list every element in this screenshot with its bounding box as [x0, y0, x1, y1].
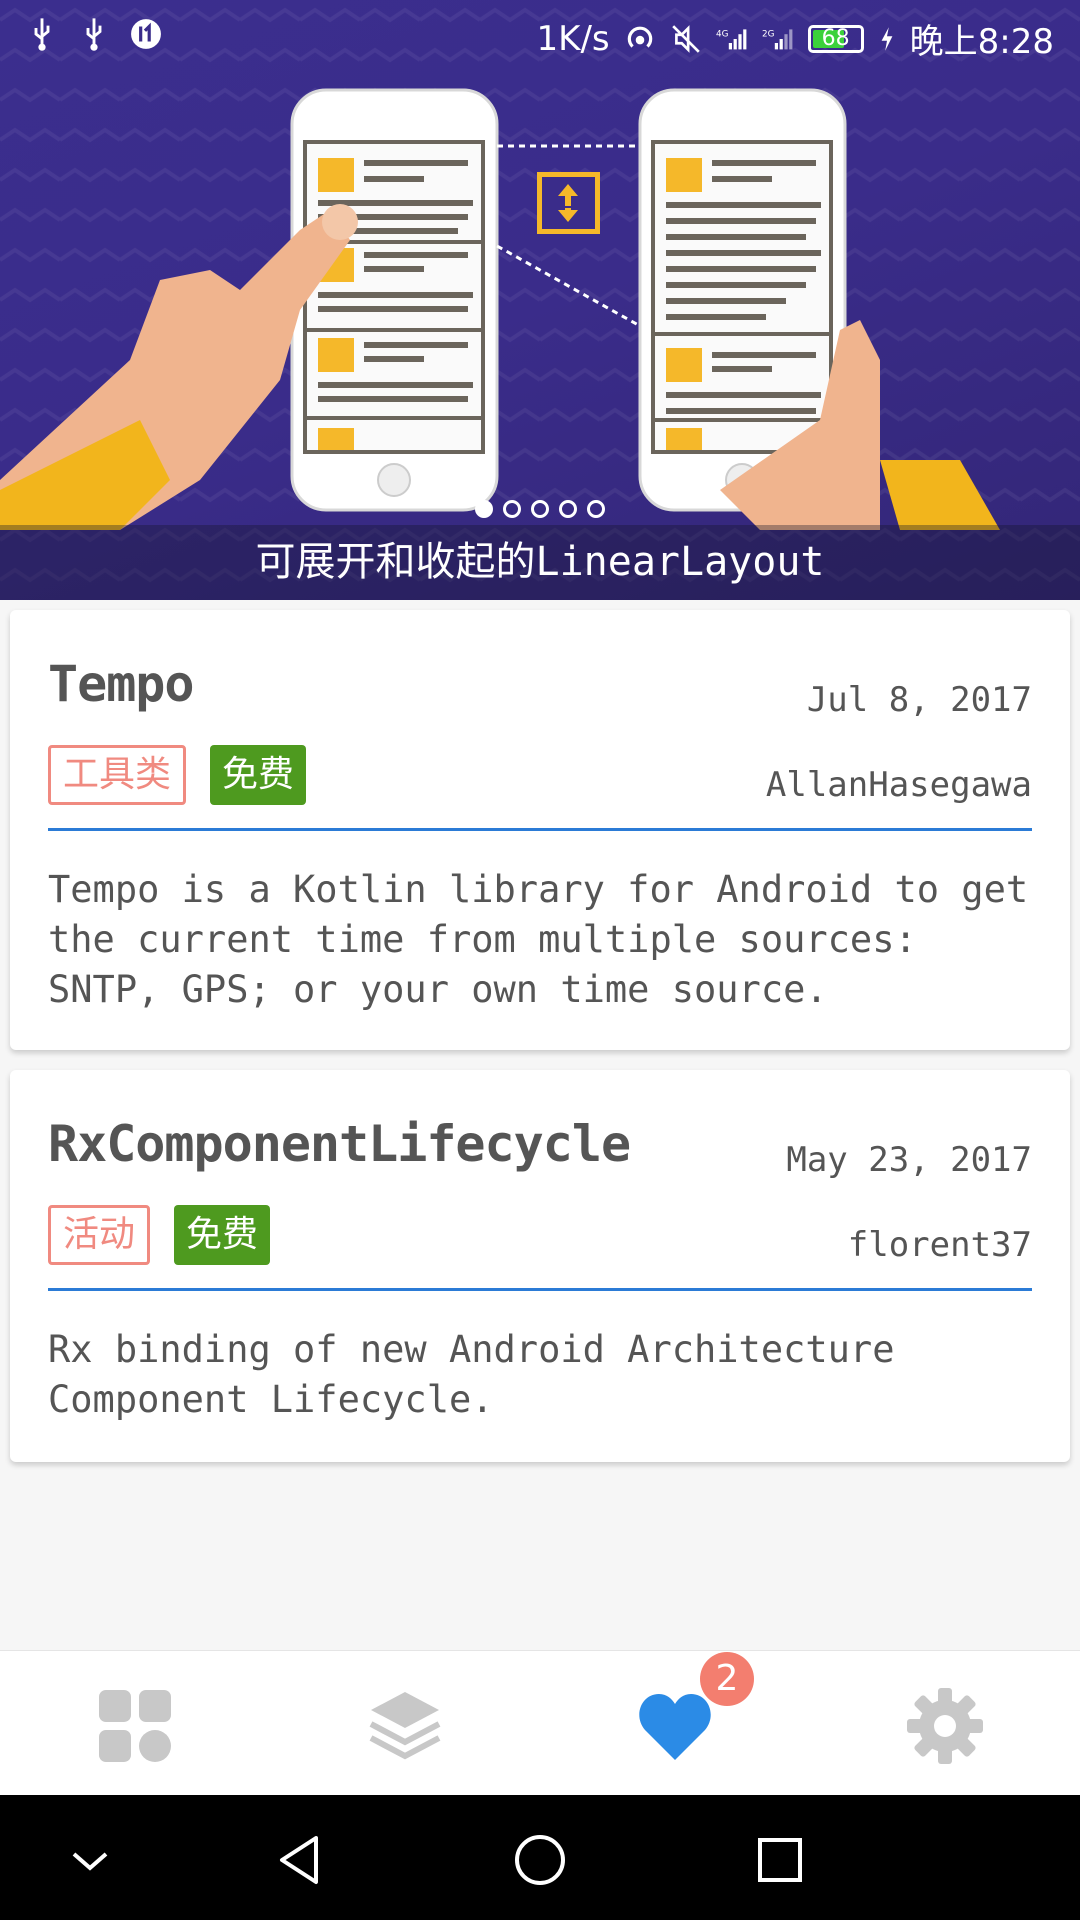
recents-icon[interactable] — [750, 1830, 810, 1890]
divider — [48, 1288, 1032, 1291]
data-saver-icon — [131, 19, 161, 49]
network-speed: 1K/s — [536, 18, 610, 59]
banner-carousel[interactable]: 1K/s 4G 2G 68 晚上8:28 可展开和收起的LinearLayout — [0, 0, 1080, 600]
battery-icon: 68 — [807, 24, 864, 53]
svg-text:2G: 2G — [762, 29, 775, 39]
card-title: RxComponentLifecycle — [48, 1115, 631, 1173]
layers-icon[interactable] — [365, 1686, 445, 1766]
banner-caption: 可展开和收起的LinearLayout — [0, 525, 1080, 600]
divider — [48, 828, 1032, 831]
price-tag: 免费 — [210, 745, 307, 805]
repo-card[interactable]: RxComponentLifecycle May 23, 2017 活动 免费 … — [10, 1070, 1070, 1462]
carousel-dot[interactable] — [531, 500, 549, 518]
carousel-dot[interactable] — [503, 500, 521, 518]
svg-text:4G: 4G — [716, 29, 729, 39]
card-date: May 23, 2017 — [786, 1140, 1032, 1180]
charging-icon — [881, 26, 893, 51]
card-author[interactable]: florent37 — [848, 1225, 1032, 1265]
carousel-indicator — [0, 500, 1080, 518]
clock: 晚上8:28 — [909, 22, 1054, 62]
settings-icon[interactable] — [905, 1686, 985, 1766]
hotspot-icon — [627, 26, 652, 48]
banner-illustration — [0, 88, 1000, 530]
category-tag[interactable]: 工具类 — [48, 745, 187, 805]
status-bar: 1K/s 4G 2G 68 晚上8:28 — [0, 0, 1080, 72]
card-description: Tempo is a Kotlin library for Android to… — [48, 868, 1029, 1011]
signal-2g-icon: 2G — [762, 28, 793, 49]
usb-icon — [86, 18, 102, 51]
bottom-navigation — [0, 1650, 1080, 1795]
card-author[interactable]: AllanHasegawa — [766, 765, 1032, 805]
back-icon[interactable] — [270, 1830, 330, 1890]
price-tag: 免费 — [174, 1205, 271, 1265]
battery-percent: 68 — [821, 26, 850, 51]
favorites-badge: 2 — [700, 1652, 754, 1706]
repo-card[interactable]: Tempo Jul 8, 2017 工具类 免费 AllanHasegawa T… — [10, 610, 1070, 1050]
system-navigation-bar — [0, 1795, 1080, 1920]
carousel-dot[interactable] — [475, 500, 493, 518]
category-tag[interactable]: 活动 — [48, 1205, 151, 1265]
heart-icon[interactable] — [635, 1686, 715, 1766]
home-icon[interactable] — [510, 1830, 570, 1890]
mute-icon — [671, 24, 700, 53]
carousel-dot[interactable] — [587, 500, 605, 518]
carousel-dot[interactable] — [559, 500, 577, 518]
card-date: Jul 8, 2017 — [806, 680, 1032, 720]
card-description: Rx binding of new Android Architecture C… — [48, 1328, 895, 1421]
signal-4g-icon: 4G — [716, 28, 747, 49]
apps-icon[interactable] — [95, 1686, 175, 1766]
chevron-down-icon[interactable] — [60, 1830, 120, 1890]
usb-icon — [34, 18, 50, 51]
card-title: Tempo — [48, 655, 195, 713]
